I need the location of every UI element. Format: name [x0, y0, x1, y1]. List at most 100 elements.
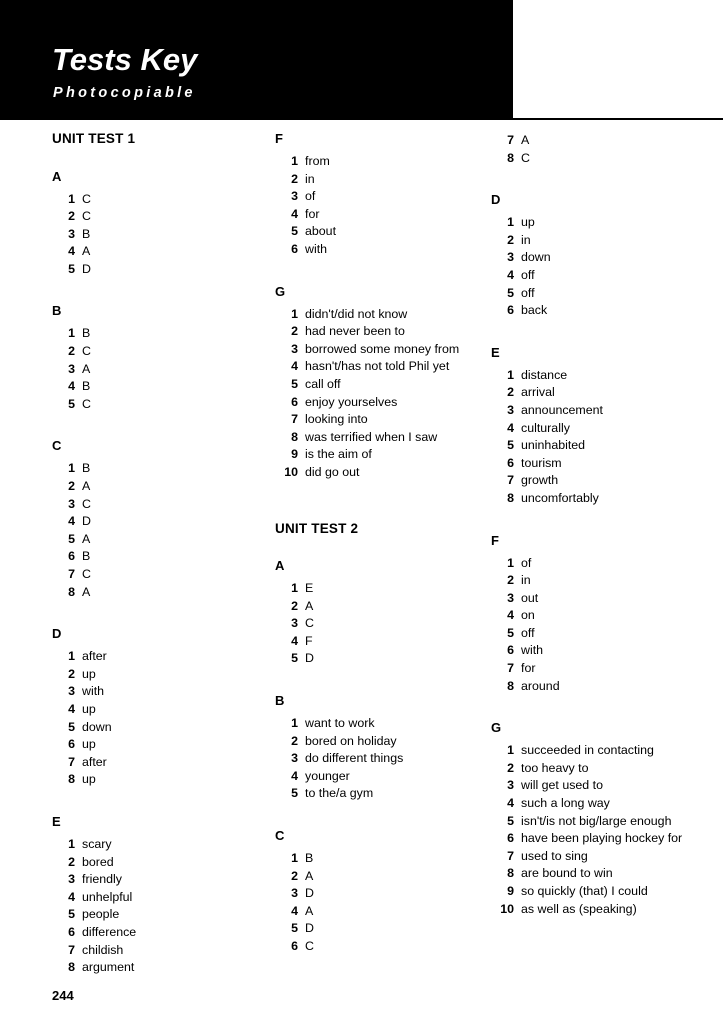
column-2: F 1 from 2 in 3 of 4 for 5 about 6 with G 1 didn't/did … [275, 132, 490, 982]
answer-number: 5 [507, 285, 514, 300]
answer-number: 4 [68, 514, 75, 529]
answer-text: distance [521, 367, 568, 382]
answer-list: 1 from 2 in 3 of 4 for 5 about 6 with [275, 153, 490, 259]
answer-row: 4 unhelpful [52, 889, 267, 907]
answer-text: is the aim of [305, 447, 372, 462]
section-letter: F [491, 532, 499, 548]
answer-text: D [82, 261, 91, 276]
answer-number: 4 [291, 633, 298, 648]
answer-row: 1 didn't/did not know [275, 306, 490, 324]
answer-row: 7 growth [491, 472, 706, 490]
answer-number: 2 [291, 598, 298, 613]
answer-row: 5 call off [275, 376, 490, 394]
answer-section: G 1 succeeded in contacting 2 too heavy to 3 w… [491, 721, 706, 918]
answer-text: D [305, 886, 314, 901]
answer-row: 1 succeeded in contacting [491, 742, 706, 760]
answer-row: 5 uninhabited [491, 437, 706, 455]
answer-number: 7 [507, 661, 514, 676]
unit-heading: UNIT TEST 2 [275, 520, 359, 536]
answer-number: 6 [507, 303, 514, 318]
answer-row: 7 for [491, 660, 706, 678]
answer-list: 1B2A3D4A5D6C [275, 850, 490, 956]
answer-list: 1 of 2 in 3 out 4 on 5 off 6 with 7 for 8 around [491, 555, 706, 696]
answer-row: 5 to the/a gym [275, 785, 490, 803]
answer-number: 2 [507, 385, 514, 400]
answer-text: F [305, 633, 313, 648]
answer-row: 7 after [52, 754, 267, 772]
unit-heading: UNIT TEST 1 [52, 131, 136, 146]
answer-number: 3 [507, 590, 514, 605]
answer-number: 3 [68, 872, 75, 887]
section-letter: E [52, 813, 61, 829]
answer-text: want to work [305, 715, 375, 730]
answer-list: 1E2A3C4F5D [275, 580, 490, 668]
answer-number: 5 [68, 719, 75, 734]
answer-text: D [305, 651, 314, 666]
answer-text: of [521, 555, 532, 570]
answer-number: 8 [507, 150, 514, 165]
answer-section: 7A8C [491, 132, 706, 167]
answer-number: 4 [68, 701, 75, 716]
answer-row: 6 enjoy yourselves [275, 394, 490, 412]
answer-text: difference [82, 924, 137, 939]
answer-text: bored [82, 854, 114, 869]
answer-number: 2 [68, 666, 75, 681]
answer-row: 3C [275, 615, 490, 633]
answer-row: 2A [275, 598, 490, 616]
answer-text: up [82, 772, 96, 787]
answer-number: 1 [507, 367, 514, 382]
answer-number: 6 [291, 938, 298, 953]
column-1: UNIT TEST 1A1C2C3B4A5DB1B2C3A4B5CC1B2A3C… [52, 132, 267, 1003]
answer-number: 6 [68, 737, 75, 752]
answer-number: 4 [68, 244, 75, 259]
answer-number: 4 [507, 796, 514, 811]
answer-text: with [521, 643, 544, 658]
answer-text: back [521, 303, 548, 318]
answer-text: didn't/did not know [305, 306, 408, 321]
header-banner: Tests Key Photocopiable [0, 0, 513, 118]
answer-row: 5 about [275, 223, 490, 241]
answer-number: 8 [68, 772, 75, 787]
answer-row: 8 are bound to win [491, 865, 706, 883]
answer-number: 5 [507, 438, 514, 453]
answer-number: 6 [507, 455, 514, 470]
answer-text: arrival [521, 385, 555, 400]
answer-number: 1 [68, 191, 75, 206]
section-letter: A [52, 168, 62, 184]
answer-text: in [305, 171, 315, 186]
answer-text: so quickly (that) I could [521, 884, 648, 898]
answer-number: 4 [291, 903, 298, 918]
answer-number: 6 [507, 643, 514, 658]
answer-text: in [521, 573, 531, 588]
answer-row: 2C [52, 208, 267, 226]
answer-row: 2 had never been to [275, 323, 490, 341]
answer-text: people [82, 907, 120, 922]
answer-text: B [82, 379, 91, 394]
answer-list: 1 up 2 in 3 down 4 off 5 off 6 back [491, 214, 706, 320]
answer-number: 5 [507, 625, 514, 640]
answer-number: 3 [291, 616, 298, 631]
answer-text: after [82, 649, 107, 664]
answer-text: with [305, 241, 328, 256]
answer-row: 6B [52, 548, 267, 566]
answer-row: 6 with [275, 241, 490, 259]
answer-row: 4 on [491, 607, 706, 625]
answer-number: 1 [291, 306, 298, 321]
answer-row: 5 isn't/is not big/large enough [491, 813, 706, 831]
answer-row: 3B [52, 226, 267, 244]
answer-row: 8 around [491, 678, 706, 696]
answer-row: 2 too heavy to [491, 760, 706, 778]
answer-text: unhelpful [82, 889, 133, 904]
answer-number: 1 [68, 836, 75, 851]
answer-text: looking into [305, 412, 368, 427]
answer-row: 4B [52, 378, 267, 396]
answer-text: C [305, 616, 314, 631]
answer-list: 1 distance 2 arrival 3 announcement 4 culturall… [491, 367, 706, 508]
answer-number: 3 [507, 778, 514, 793]
answer-number: 2 [507, 760, 514, 775]
answer-number: 2 [291, 868, 298, 883]
answer-row: 3 do different things [275, 750, 490, 768]
answer-text: A [82, 479, 91, 494]
answer-text: A [521, 133, 530, 147]
answer-row: 4F [275, 633, 490, 651]
